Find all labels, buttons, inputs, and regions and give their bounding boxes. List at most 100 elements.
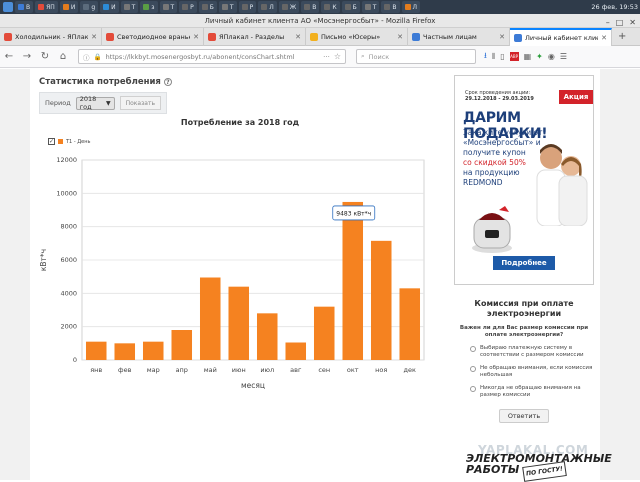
- y-tick-label: 10000: [56, 189, 77, 197]
- promo-dates: Срок проведения акции: 29.12.2018 - 29.0…: [465, 90, 534, 102]
- browser-tab[interactable]: Частным лицам ✕: [408, 28, 510, 46]
- taskbar-task[interactable]: В: [381, 1, 400, 13]
- info-icon[interactable]: ⓘ: [83, 52, 90, 62]
- browser-tab[interactable]: ЯПлакал - Разделы ✕: [204, 28, 306, 46]
- taskbar-task[interactable]: Ж: [278, 1, 300, 13]
- bar[interactable]: [399, 288, 421, 360]
- legend-checkbox[interactable]: ✓: [48, 138, 55, 145]
- sidebar-icon[interactable]: ▯: [500, 52, 504, 61]
- taskbar-task[interactable]: И: [100, 1, 119, 13]
- bar[interactable]: [342, 201, 364, 360]
- promo-more-button[interactable]: Подробнее: [493, 256, 555, 270]
- taskbar-task[interactable]: Т: [159, 1, 178, 13]
- period-label: Период: [45, 99, 71, 107]
- close-tab-icon[interactable]: ✕: [601, 34, 607, 42]
- taskbar-task[interactable]: В: [301, 1, 320, 13]
- back-icon[interactable]: ←: [0, 51, 18, 62]
- tooltip-text: 9483 кВт*ч: [336, 210, 371, 217]
- y-tick-label: 6000: [60, 256, 77, 264]
- section-title: Статистика потребления?: [39, 77, 172, 87]
- bar[interactable]: [285, 342, 307, 361]
- bookmark-star-icon[interactable]: ☆: [334, 52, 341, 61]
- taskbar-task-label: И: [111, 3, 116, 11]
- poll-submit-button[interactable]: Ответить: [499, 409, 549, 423]
- bar[interactable]: [171, 330, 193, 360]
- taskbar-task[interactable]: В: [15, 1, 34, 13]
- bar[interactable]: [370, 240, 392, 360]
- show-button[interactable]: Показать: [119, 96, 161, 110]
- x-tick-label: дек: [404, 366, 416, 374]
- vpn-icon[interactable]: ✦: [536, 52, 543, 61]
- url-bar[interactable]: ⓘ 🔒 https://lkkbyt.mosenergosbyt.ru/abon…: [78, 49, 346, 64]
- new-tab-button[interactable]: +: [612, 28, 632, 45]
- close-tab-icon[interactable]: ✕: [91, 33, 97, 41]
- x-tick-label: авг: [290, 366, 302, 374]
- taskbar-task[interactable]: К: [321, 1, 340, 13]
- start-menu-icon[interactable]: [3, 2, 13, 12]
- forward-icon[interactable]: →: [18, 51, 36, 62]
- taskbar-task-list: В ЯП Иg И Тз Т Р Б Т Р Л Ж В К Б Т В Л: [13, 1, 421, 13]
- home-icon[interactable]: ⌂: [54, 51, 72, 62]
- poll-options: Выбираю платежную систему в соответствии…: [454, 345, 594, 399]
- extension-icon[interactable]: ▦: [524, 52, 532, 61]
- taskbar-task-label: Т: [229, 3, 234, 11]
- y-tick-label: 4000: [60, 289, 77, 297]
- period-filter: Период 2018 год ▼ Показать: [39, 92, 167, 114]
- taskbar-task[interactable]: ЯП: [35, 1, 58, 13]
- taskbar-task[interactable]: Б: [341, 1, 360, 13]
- bar[interactable]: [85, 341, 107, 360]
- taskbar-task[interactable]: g: [80, 1, 99, 13]
- poll-option[interactable]: Выбираю платежную систему в соответствии…: [454, 345, 594, 359]
- close-tab-icon[interactable]: ✕: [295, 33, 301, 41]
- radio-button[interactable]: [470, 386, 476, 392]
- download-icon[interactable]: ⭳: [484, 50, 487, 64]
- bar[interactable]: [313, 306, 335, 360]
- help-icon[interactable]: ?: [163, 78, 172, 86]
- bar[interactable]: [142, 341, 164, 360]
- poll-option[interactable]: Никогда не обращаю внимания на размер ко…: [454, 385, 594, 399]
- browser-tab[interactable]: Письмо «Юсеры» ✕: [306, 28, 408, 46]
- taskbar-task[interactable]: Р: [179, 1, 197, 13]
- browser-tab[interactable]: Холодильник - ЯПлакал✕: [0, 28, 102, 46]
- favicon-icon: [310, 33, 318, 41]
- electrical-ad[interactable]: ЭЛЕКТРОМОНТАЖНЫЕ РАБОТЫ ПО ГОСТУ!: [466, 453, 612, 482]
- taskbar-task[interactable]: Р: [238, 1, 257, 13]
- app-icon: [143, 4, 150, 10]
- window-title: Личный кабинет клиента АО «Мосэнергосбыт…: [204, 17, 436, 25]
- taskbar-task[interactable]: Б: [198, 1, 217, 13]
- close-tab-icon[interactable]: ✕: [499, 33, 505, 41]
- bar[interactable]: [199, 277, 221, 361]
- radio-button[interactable]: [470, 346, 476, 352]
- app-icon: [241, 4, 248, 10]
- close-tab-icon[interactable]: ✕: [397, 33, 403, 41]
- year-select[interactable]: 2018 год ▼: [75, 95, 115, 111]
- library-icon[interactable]: ⫴: [492, 52, 495, 62]
- page-actions-icon[interactable]: ···: [323, 53, 330, 61]
- radio-button[interactable]: [470, 366, 476, 372]
- favicon-icon: [514, 34, 522, 42]
- taskbar-task[interactable]: Л: [258, 1, 277, 13]
- extension-2-icon[interactable]: ◉: [548, 52, 555, 61]
- bar[interactable]: [114, 343, 136, 360]
- abp-icon[interactable]: ABP: [509, 52, 519, 61]
- taskbar-task[interactable]: Т: [218, 1, 237, 13]
- year-select-value: 2018 год: [79, 95, 97, 111]
- bar[interactable]: [256, 313, 278, 360]
- search-input[interactable]: ⌕ Поиск: [356, 49, 476, 64]
- promo-banner[interactable]: Срок проведения акции: 29.12.2018 - 29.0…: [454, 75, 594, 285]
- taskbar-task[interactable]: з: [140, 1, 158, 13]
- browser-tab[interactable]: Светодиодное вранье ✕: [102, 28, 204, 46]
- taskbar-task[interactable]: Т: [120, 1, 139, 13]
- close-tab-icon[interactable]: ✕: [193, 33, 199, 41]
- taskbar-task[interactable]: И: [59, 1, 79, 13]
- poll-option[interactable]: Не обращаю внимания, если комиссия небол…: [454, 365, 594, 379]
- tab-bar: Холодильник - ЯПлакал✕Светодиодное врань…: [0, 28, 640, 46]
- menu-icon[interactable]: ☰: [560, 52, 567, 61]
- reload-icon[interactable]: ↻: [36, 51, 54, 62]
- x-tick-label: апр: [176, 366, 188, 374]
- taskbar-task[interactable]: Т: [361, 1, 380, 13]
- taskbar-task-label: g: [91, 3, 96, 11]
- bar[interactable]: [228, 286, 250, 360]
- taskbar-task[interactable]: Л: [401, 1, 421, 13]
- browser-tab[interactable]: Личный кабинет клиента✕: [510, 28, 612, 46]
